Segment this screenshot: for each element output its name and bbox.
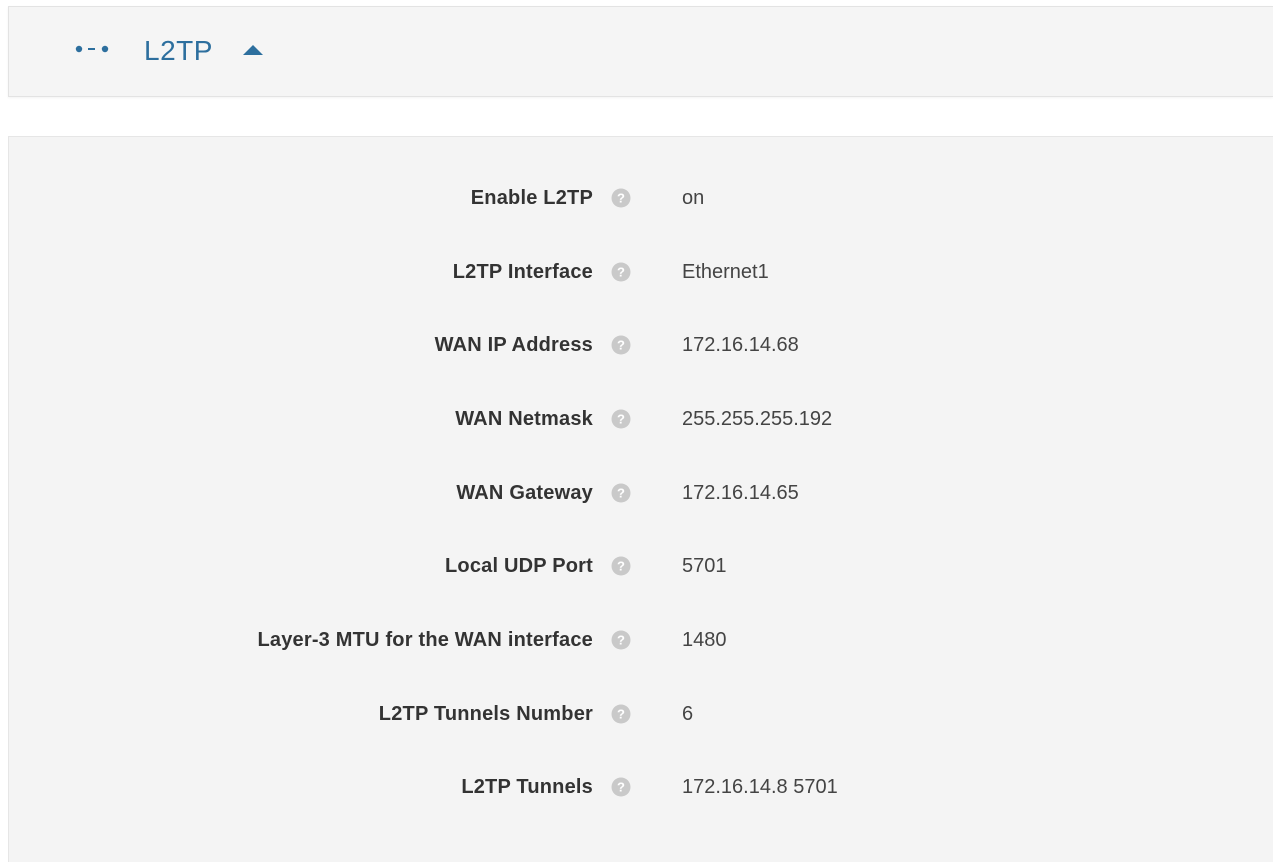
svg-text:?: ?	[617, 780, 625, 795]
setting-row-wan-gateway: WAN Gateway ? 172.16.14.65	[9, 476, 1273, 510]
setting-label: L2TP Interface	[452, 261, 593, 283]
setting-value: 172.16.14.68	[682, 334, 799, 356]
setting-row-l2tp-tunnels-number: L2TP Tunnels Number ? 6	[9, 697, 1273, 731]
svg-text:?: ?	[617, 486, 625, 501]
help-circle-icon[interactable]: ?	[611, 556, 631, 576]
setting-value: 6	[682, 703, 694, 725]
setting-value: on	[682, 187, 705, 209]
help-circle-icon[interactable]: ?	[611, 630, 631, 650]
setting-value: 255.255.255.192	[682, 408, 833, 430]
setting-row-local-udp-port: Local UDP Port ? 5701	[9, 549, 1273, 583]
svg-text:?: ?	[617, 412, 625, 427]
svg-text:?: ?	[617, 338, 625, 353]
setting-value: 5701	[682, 555, 727, 577]
setting-label: Local UDP Port	[444, 555, 593, 577]
setting-row-l2tp-interface: L2TP Interface ? Ethernet1	[9, 255, 1273, 289]
help-circle-icon[interactable]: ?	[611, 335, 631, 355]
help-circle-icon[interactable]: ?	[611, 262, 631, 282]
help-circle-icon[interactable]: ?	[611, 704, 631, 724]
caret-up-icon[interactable]	[241, 42, 265, 58]
setting-label: WAN Gateway	[456, 482, 593, 504]
setting-label: Layer-3 MTU for the WAN interface	[257, 629, 593, 651]
setting-value: Ethernet1	[682, 261, 769, 283]
svg-text:?: ?	[617, 559, 625, 574]
setting-label: Enable L2TP	[470, 187, 593, 209]
section-title: L2TP	[144, 35, 213, 66]
setting-label: L2TP Tunnels	[461, 776, 593, 798]
connection-dots-icon	[75, 45, 109, 53]
setting-value: 172.16.14.65	[682, 482, 799, 504]
setting-row-wan-ip-address: WAN IP Address ? 172.16.14.68	[9, 328, 1273, 362]
svg-text:?: ?	[617, 633, 625, 648]
setting-row-enable-l2tp: Enable L2TP ? on	[9, 181, 1273, 215]
help-circle-icon[interactable]: ?	[611, 188, 631, 208]
l2tp-section-header[interactable]: L2TP	[8, 6, 1273, 97]
setting-value: 1480	[682, 629, 727, 651]
setting-label: WAN Netmask	[455, 408, 593, 430]
l2tp-settings-panel: Enable L2TP ? on L2TP Interface ? Ethern…	[8, 136, 1273, 862]
setting-value: 172.16.14.8 5701	[682, 776, 838, 798]
svg-text:?: ?	[617, 707, 625, 722]
help-circle-icon[interactable]: ?	[611, 409, 631, 429]
svg-text:?: ?	[617, 265, 625, 280]
setting-row-wan-netmask: WAN Netmask ? 255.255.255.192	[9, 402, 1273, 436]
help-circle-icon[interactable]: ?	[611, 483, 631, 503]
svg-text:?: ?	[617, 191, 625, 206]
setting-row-layer3-mtu: Layer-3 MTU for the WAN interface ? 1480	[9, 623, 1273, 657]
setting-label: WAN IP Address	[434, 334, 593, 356]
help-circle-icon[interactable]: ?	[611, 777, 631, 797]
setting-label: L2TP Tunnels Number	[378, 703, 593, 725]
setting-row-l2tp-tunnels: L2TP Tunnels ? 172.16.14.8 5701	[9, 770, 1273, 804]
